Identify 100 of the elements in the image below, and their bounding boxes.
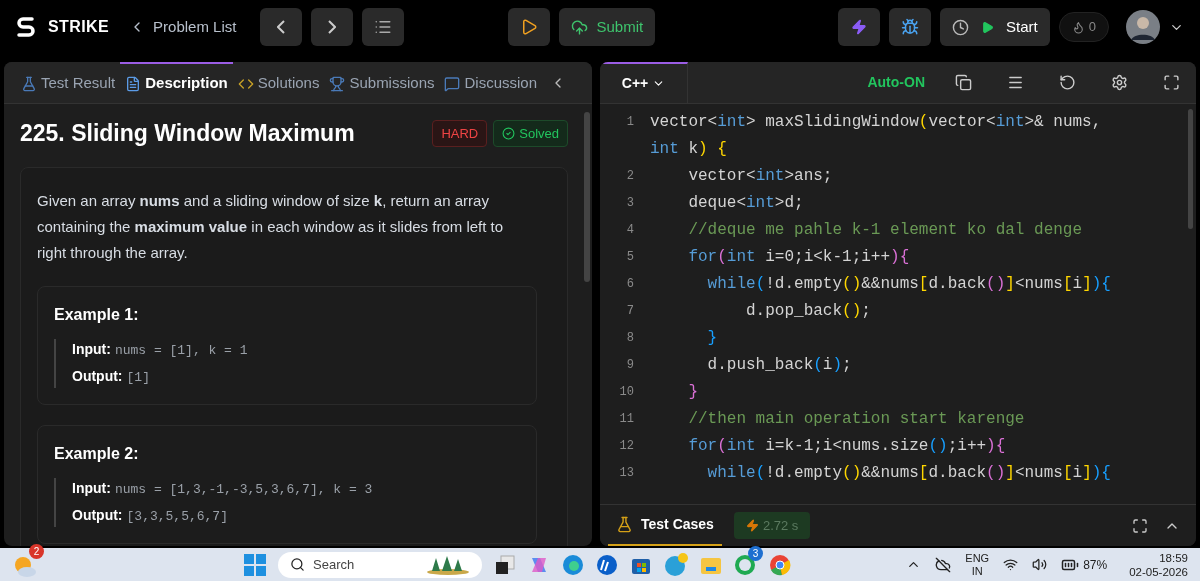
auto-save-status: Auto-ON xyxy=(867,73,925,92)
cloud-upload-icon xyxy=(571,18,589,36)
trophy-icon xyxy=(329,75,346,92)
example-heading: Example 1: xyxy=(54,304,140,325)
clock-icon xyxy=(952,18,970,36)
debug-button[interactable] xyxy=(889,8,932,46)
line-number: 4 xyxy=(625,222,635,239)
code-line: for(int i=0;i<k-1;i++){ xyxy=(687,247,911,268)
example-label: Output: xyxy=(72,367,123,386)
line-number: 9 xyxy=(625,357,635,374)
search-placeholder: Search xyxy=(313,555,356,574)
line-number: 1 xyxy=(625,114,635,131)
search-icon xyxy=(290,557,305,572)
panel-tab[interactable]: Discussion xyxy=(439,62,542,103)
lightning-icon xyxy=(745,519,759,532)
reset-icon[interactable] xyxy=(1059,74,1076,91)
code-line: } xyxy=(687,382,699,403)
language-selector[interactable]: C++ xyxy=(600,62,688,103)
runtime-badge: 2.72 s xyxy=(733,511,811,540)
start-menu-icon[interactable] xyxy=(244,553,266,576)
flask-icon xyxy=(21,75,37,92)
line-number: 12 xyxy=(618,438,635,455)
copy-icon[interactable] xyxy=(955,74,972,91)
problem-list-link[interactable]: Problem List xyxy=(129,15,237,39)
bolt-button[interactable] xyxy=(838,8,881,46)
example-value: [3,3,5,5,6,7] xyxy=(126,508,228,526)
next-button[interactable] xyxy=(311,8,354,46)
example-label: Input: xyxy=(72,339,111,359)
chevron-left-icon xyxy=(277,20,286,34)
settings-icon[interactable] xyxy=(1111,74,1128,91)
bug-icon xyxy=(901,18,920,36)
panel-tab[interactable]: Submissions xyxy=(324,62,440,103)
logo-icon xyxy=(16,16,36,38)
clock-date[interactable]: 02-05-2026 xyxy=(1129,564,1188,579)
browser-icon[interactable] xyxy=(562,553,584,576)
hp-icon[interactable] xyxy=(596,553,618,576)
avatar[interactable] xyxy=(1126,10,1160,44)
list-icon xyxy=(374,18,393,36)
wifi-icon[interactable] xyxy=(1003,557,1019,572)
code-line: while(!d.empty()&&nums[d.back()]<nums[i]){ xyxy=(706,463,1112,484)
clock-time[interactable]: 18:59 xyxy=(1159,550,1188,565)
panel-tab[interactable]: Solutions xyxy=(232,62,325,103)
line-number: 3 xyxy=(625,195,635,212)
streak-counter: 0 xyxy=(1058,12,1109,42)
example-value: nums = [1,3,-1,-3,5,3,6,7], k = 3 xyxy=(114,480,373,499)
code-line: //then main operation start karenge xyxy=(687,409,1026,430)
code-line: } xyxy=(706,328,719,349)
problem-statement: Given an array nums and a sliding window of size k, return an array containing the maximum value in each window as it slides from left to right through the array. xyxy=(37,190,505,263)
play-icon xyxy=(520,18,539,36)
line-number: 2 xyxy=(625,168,635,185)
code-line: d.pop_back(); xyxy=(745,301,872,322)
code-line: d.push_back(i); xyxy=(706,355,853,376)
battery-percent: 87% xyxy=(1083,556,1108,574)
panel-tab[interactable]: Description xyxy=(120,62,233,103)
code-line: vector<int> maxSlidingWindow(vector<int>& nums, int k) { xyxy=(650,112,1103,160)
flame-icon xyxy=(1071,20,1085,34)
line-number: 6 xyxy=(625,276,635,293)
check-circle-icon xyxy=(502,126,516,140)
example-label: Output: xyxy=(72,506,123,525)
brand-name: STRIKE xyxy=(48,17,110,37)
test-cases-tab[interactable]: Test Cases xyxy=(608,505,722,546)
region-indicator[interactable]: IN xyxy=(971,564,983,578)
chevron-right-icon xyxy=(328,20,337,34)
code-line: deque<int>d; xyxy=(687,193,805,214)
language-indicator[interactable]: ENG xyxy=(965,551,990,565)
run-button[interactable] xyxy=(508,8,551,46)
line-number: 13 xyxy=(618,465,635,482)
list-button[interactable] xyxy=(362,8,405,46)
example-heading: Example 2: xyxy=(54,443,140,464)
line-number: 10 xyxy=(618,384,635,401)
submit-button[interactable]: Submit xyxy=(559,8,656,46)
cloud-off-icon[interactable] xyxy=(935,556,952,573)
start-timer-button[interactable]: Start xyxy=(940,8,1050,46)
search-field[interactable]: Search xyxy=(278,551,482,578)
code-line: while(!d.empty()&&nums[d.back()]<nums[i]){ xyxy=(706,274,1112,295)
example-value: nums = [1], k = 1 xyxy=(114,341,248,360)
chat-icon xyxy=(444,75,461,92)
code-line: vector<int>ans; xyxy=(687,166,834,187)
solved-tag: Solved xyxy=(493,119,568,147)
flask-icon xyxy=(616,516,633,533)
lightning-icon xyxy=(851,19,868,35)
example-label: Input: xyxy=(72,478,111,498)
panel-tab[interactable]: Test Result xyxy=(16,62,121,103)
line-number: 5 xyxy=(625,249,635,266)
play-icon xyxy=(981,20,995,34)
menu-icon[interactable] xyxy=(1007,74,1024,91)
volume-icon[interactable] xyxy=(1032,557,1048,572)
chrome-icon[interactable] xyxy=(768,552,792,577)
fullscreen-icon[interactable] xyxy=(1163,74,1180,91)
line-number: 11 xyxy=(618,411,635,428)
previous-button[interactable] xyxy=(260,8,303,46)
code-line: //deque me pahle k-1 element ko dal denge xyxy=(687,220,1084,241)
trees-icon xyxy=(426,554,470,575)
fullscreen-icon[interactable] xyxy=(1132,517,1148,534)
line-number: 7 xyxy=(625,303,635,320)
doc-icon xyxy=(125,75,142,92)
task-view-icon[interactable] xyxy=(494,553,516,576)
example-value: [1] xyxy=(126,369,150,387)
code-line: for(int i=k-1;i<nums.size();i++){ xyxy=(687,436,1007,457)
difficulty-tag: HARD xyxy=(432,119,488,147)
